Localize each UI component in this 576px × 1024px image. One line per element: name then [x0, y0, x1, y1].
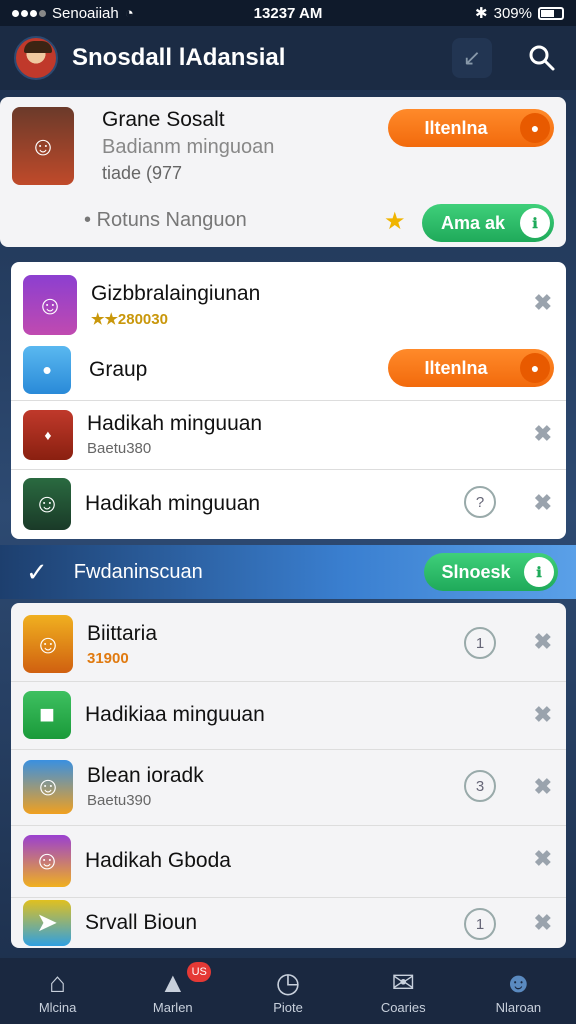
bullet-icon: •: [84, 209, 92, 231]
signal-icon: [12, 9, 46, 17]
status-bar: Senoaiiah ◔ 13237 AM ✱ 309%: [0, 0, 576, 26]
pin-icon[interactable]: ✖: [534, 846, 552, 872]
pin-icon[interactable]: ✖: [534, 629, 552, 655]
search-button[interactable]: [522, 38, 562, 78]
featured-note: • Rotuns Nanguon: [84, 209, 247, 232]
game-title: Hadikah minguuan: [87, 412, 263, 435]
game-subtitle: 31900: [87, 649, 129, 667]
mail-icon: ✉: [391, 966, 415, 998]
clock-icon: ◷: [275, 966, 301, 998]
chat-bubble-icon: ●: [520, 113, 550, 143]
pin-icon[interactable]: ✖: [534, 774, 552, 800]
game-thumbnail: ☺: [23, 615, 73, 673]
group-action-button[interactable]: Iltenlna ●: [388, 349, 554, 387]
battery-percent: 309%: [493, 4, 532, 22]
list-item[interactable]: ☺ Biittaria 31900 1 ✖: [11, 609, 566, 679]
list-item[interactable]: ➤ Srvall Bioun 1 ✖: [11, 897, 566, 947]
list-item[interactable]: ♦ Hadikah minguuan Baetu380 ✖: [11, 400, 566, 468]
pin-icon[interactable]: ✖: [534, 910, 552, 936]
game-thumbnail: ☺: [23, 477, 71, 530]
check-icon: ✓: [26, 556, 48, 587]
notification-badge: US: [187, 962, 212, 982]
featured-secondary-button[interactable]: Ama ak ℹ: [422, 204, 554, 242]
info-icon: ℹ: [524, 557, 554, 587]
list-item[interactable]: ■ Hadikiaa minguuan ✖: [11, 681, 566, 747]
search-icon: [529, 45, 555, 71]
nav-label: Coaries: [380, 999, 426, 1015]
count-badge: 1: [464, 627, 496, 659]
nav-mail[interactable]: ✉ Coaries: [346, 958, 461, 1024]
carrier-label: Senoaiiah: [52, 4, 119, 22]
game-list-1: ☺ Gizbbralaingiunan ★★280030 ✖ • Graup I…: [11, 262, 566, 539]
game-thumbnail: ☺: [23, 275, 77, 335]
game-list-2: ☺ Biittaria 31900 1 ✖ ■ Hadikiaa minguua…: [11, 603, 566, 948]
count-badge: ?: [464, 486, 496, 518]
game-title: Hadikah Gboda: [85, 848, 231, 872]
game-thumbnail: ♦: [23, 409, 73, 460]
bottom-nav: ⌂ Mlcina ▲ US Marlen ◷ Piote ✉ Coaries ☻…: [0, 958, 576, 1024]
game-title: Gizbbralaingiunan: [91, 282, 261, 305]
app-header: Snosdall lAdansial ↙: [0, 26, 576, 90]
battery-icon: [538, 6, 564, 20]
chat-icon: ▲: [158, 966, 187, 998]
game-thumbnail: ■: [23, 690, 71, 739]
nav-clock[interactable]: ◷ Piote: [230, 958, 345, 1024]
featured-card[interactable]: ☺ Grane Sosalt Badianm minguoan tiade (9…: [0, 97, 566, 247]
nav-profile[interactable]: ☻ Nlaroan: [461, 958, 576, 1024]
pin-icon[interactable]: ✖: [534, 702, 552, 728]
game-title: Hadikiaa minguuan: [85, 702, 265, 726]
star-icon: ★: [384, 208, 406, 235]
section-action-button[interactable]: Slnoesk ℹ: [424, 553, 558, 591]
game-thumbnail: ➤: [23, 899, 71, 946]
game-thumbnail: ☺: [23, 759, 73, 814]
bluetooth-icon: ✱: [475, 5, 488, 22]
featured-meta: tiade (977: [102, 163, 183, 183]
section-banner[interactable]: ✓ Fwdaninscuan Slnoesk ℹ: [0, 545, 576, 599]
list-item[interactable]: ☺ Gizbbralaingiunan ★★280030 ✖: [11, 270, 566, 340]
section-label: Fwdaninscuan: [73, 560, 203, 583]
nav-label: Marlen: [152, 999, 193, 1015]
clock: 13237 AM: [253, 4, 323, 22]
info-icon: ℹ: [520, 208, 550, 238]
game-thumbnail: ☺: [23, 834, 71, 887]
list-item[interactable]: ☺ Blean ioradk Baetu390 3 ✖: [11, 749, 566, 823]
home-icon: ⌂: [49, 966, 67, 998]
nav-label: Nlaroan: [495, 999, 542, 1015]
count-badge: 3: [464, 770, 496, 802]
game-subtitle: Baetu390: [87, 792, 152, 809]
avatar[interactable]: [14, 36, 58, 80]
game-thumbnail: •: [23, 346, 71, 394]
list-item[interactable]: ☺ Hadikah Gboda ✖: [11, 825, 566, 895]
featured-note-text: Rotuns Nanguon: [96, 209, 247, 231]
pin-icon[interactable]: ✖: [534, 290, 552, 316]
edit-button[interactable]: ↙: [452, 38, 492, 78]
section-action-label: Slnoesk: [441, 561, 511, 582]
wifi-icon: ◔: [124, 4, 134, 22]
pin-icon[interactable]: ✖: [534, 490, 552, 516]
edit-icon: ↙: [462, 45, 482, 70]
list-item[interactable]: ☺ Hadikah minguuan ? ✖: [11, 469, 566, 537]
nav-label: Piote: [273, 999, 303, 1015]
featured-thumbnail: ☺: [12, 107, 74, 185]
pin-icon[interactable]: ✖: [534, 421, 552, 447]
game-subtitle: Baetu380: [87, 440, 152, 457]
chat-bubble-icon: ●: [520, 353, 550, 383]
nav-messages[interactable]: ▲ US Marlen: [115, 958, 230, 1024]
nav-home[interactable]: ⌂ Mlcina: [0, 958, 115, 1024]
count-badge: 1: [464, 908, 496, 940]
featured-action-label: Iltenlna: [424, 117, 488, 138]
featured-action-button[interactable]: Iltenlna ●: [388, 109, 554, 147]
game-rating: ★★280030: [91, 311, 168, 328]
person-icon: ☻: [503, 966, 534, 998]
featured-secondary-label: Ama ak: [440, 212, 506, 233]
nav-label: Mlcina: [38, 999, 77, 1015]
group-action-label: Iltenlna: [424, 357, 488, 378]
page-title: Snosdall lAdansial: [72, 44, 286, 71]
